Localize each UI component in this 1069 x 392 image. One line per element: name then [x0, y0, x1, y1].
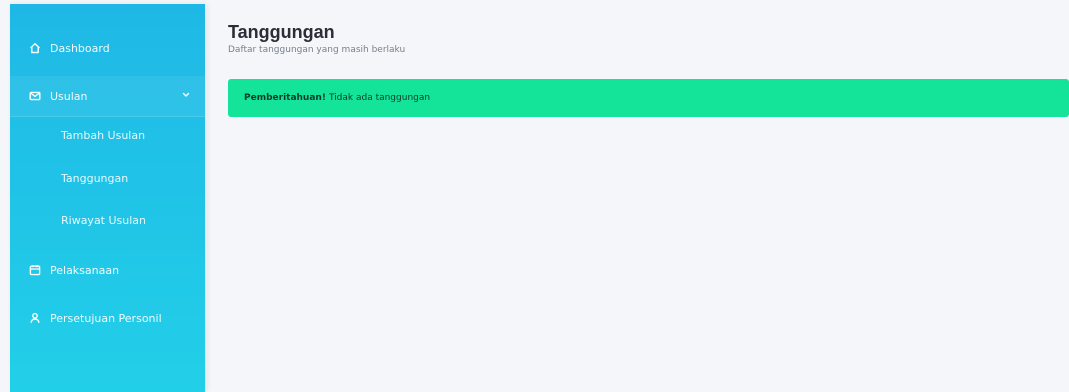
page-title: Tanggungan — [228, 22, 335, 42]
chevron-down-icon — [181, 90, 191, 100]
page-subtitle: Daftar tanggungan yang masih berlaku — [228, 45, 406, 55]
user-icon — [24, 310, 46, 326]
nav-item-persetujuan-personil[interactable]: Persetujuan Personil — [10, 298, 205, 338]
nav-item-pelaksanaan[interactable]: Pelaksanaan — [10, 250, 205, 290]
sidebar-subitem-tanggungan[interactable]: Tanggungan — [10, 160, 205, 196]
alert-message: Tidak ada tanggungan — [328, 93, 431, 103]
calendar-icon — [24, 262, 46, 278]
nav-item-label: Usulan — [50, 89, 88, 103]
alert-strong-text: Pemberitahuan! — [244, 93, 326, 103]
sidebar-subitem-riwayat-usulan[interactable]: Riwayat Usulan — [10, 202, 205, 238]
subitem-label: Tanggungan — [61, 171, 129, 185]
nav-item-usulan[interactable]: Usulan — [10, 76, 205, 117]
nav-item-label: Persetujuan Personil — [50, 311, 162, 325]
nav-item-label: Pelaksanaan — [50, 263, 120, 277]
sidebar: Dashboard Usulan Tambah Usulan Tanggunga… — [10, 4, 205, 392]
nav-item-dashboard[interactable]: Dashboard — [10, 28, 205, 68]
subitem-label: Tambah Usulan — [61, 128, 146, 142]
subitem-label: Riwayat Usulan — [61, 213, 147, 227]
notification-alert: Pemberitahuan! Tidak ada tanggungan — [228, 79, 1069, 117]
main-content: Tanggungan Daftar tanggungan yang masih … — [228, 0, 1069, 392]
mail-icon — [24, 88, 46, 104]
nav-item-label: Dashboard — [50, 41, 110, 55]
sidebar-subitem-tambah-usulan[interactable]: Tambah Usulan — [10, 117, 205, 153]
home-icon — [24, 40, 46, 56]
